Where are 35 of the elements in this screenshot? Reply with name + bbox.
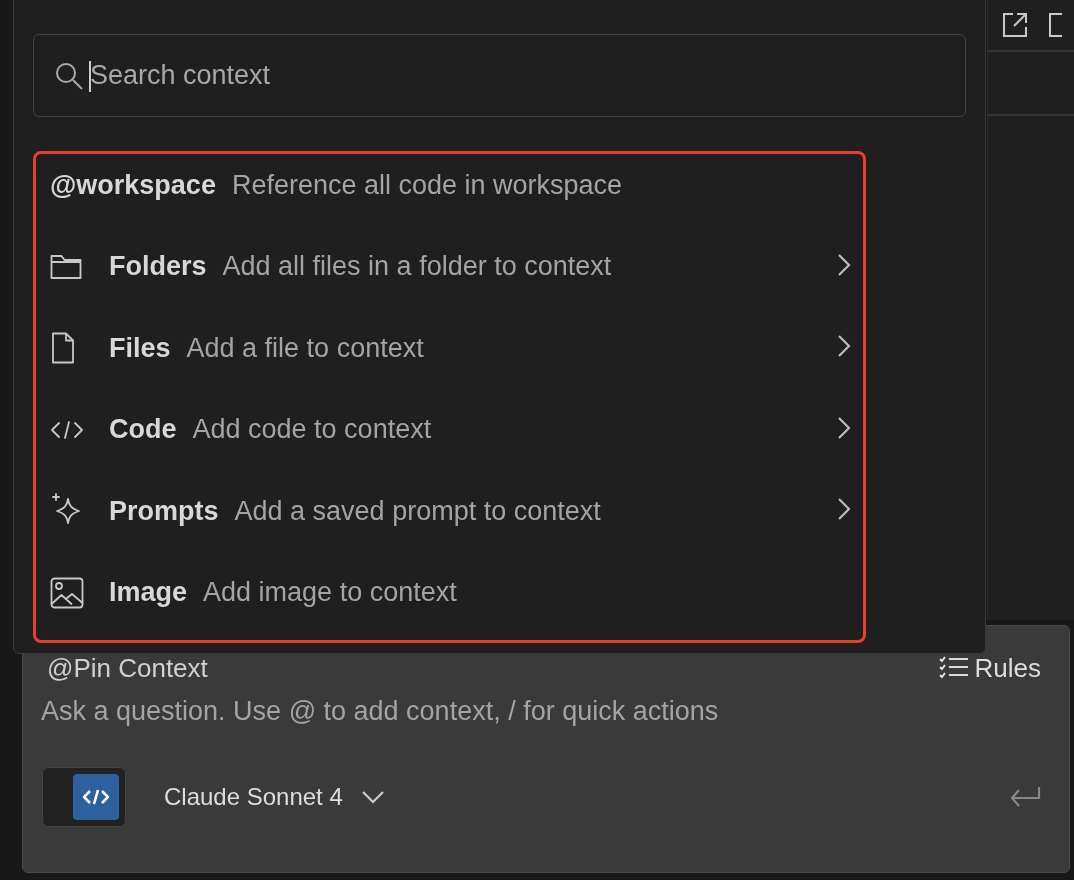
item-description: Add code to context <box>192 414 433 446</box>
question-input[interactable]: Ask a question. Use @ to add context, / for quick actions <box>41 696 1041 766</box>
enter-icon[interactable] <box>1009 786 1041 808</box>
item-description: Add image to context <box>203 577 458 609</box>
search-icon <box>54 61 84 91</box>
item-title: Files <box>109 332 171 364</box>
item-title: Image <box>109 577 188 609</box>
item-title: Code <box>109 414 177 446</box>
rules-button[interactable]: Rules <box>938 652 1041 684</box>
code-icon <box>50 419 84 440</box>
menu-item[interactable]: Code Add code to context <box>50 389 849 471</box>
menu-item[interactable]: Prompts Add a saved prompt to context <box>50 470 849 552</box>
menu-item[interactable]: Folders Add all files in a folder to context <box>50 226 849 308</box>
item-description: Add all files in a folder to context <box>222 251 613 283</box>
item-description: Reference all code in workspace <box>231 169 624 201</box>
text-caret <box>89 61 91 92</box>
item-title: Folders <box>109 251 207 283</box>
image-icon <box>50 576 84 609</box>
search-field[interactable]: Search context <box>33 34 966 117</box>
menu-item[interactable]: Files Add a file to context <box>50 307 849 389</box>
panel-icon[interactable] <box>1048 12 1062 38</box>
checklist-icon <box>938 656 969 680</box>
file-icon <box>50 332 76 365</box>
code-icon <box>83 789 109 805</box>
item-description: Add a saved prompt to context <box>234 495 602 527</box>
item-title: @workspace <box>50 169 216 201</box>
menu-item[interactable]: @workspace Reference all code in workspace <box>50 154 849 216</box>
pin-context-button[interactable]: @Pin Context <box>47 652 208 684</box>
item-title: Prompts <box>109 495 219 527</box>
model-selector[interactable]: Claude Sonnet 4 <box>164 783 385 811</box>
code-toggle[interactable] <box>42 767 126 827</box>
item-description: Add a file to context <box>186 332 425 364</box>
chevron-down-icon <box>360 790 385 804</box>
folder-icon <box>50 253 82 280</box>
external-link-icon[interactable] <box>1002 12 1028 38</box>
